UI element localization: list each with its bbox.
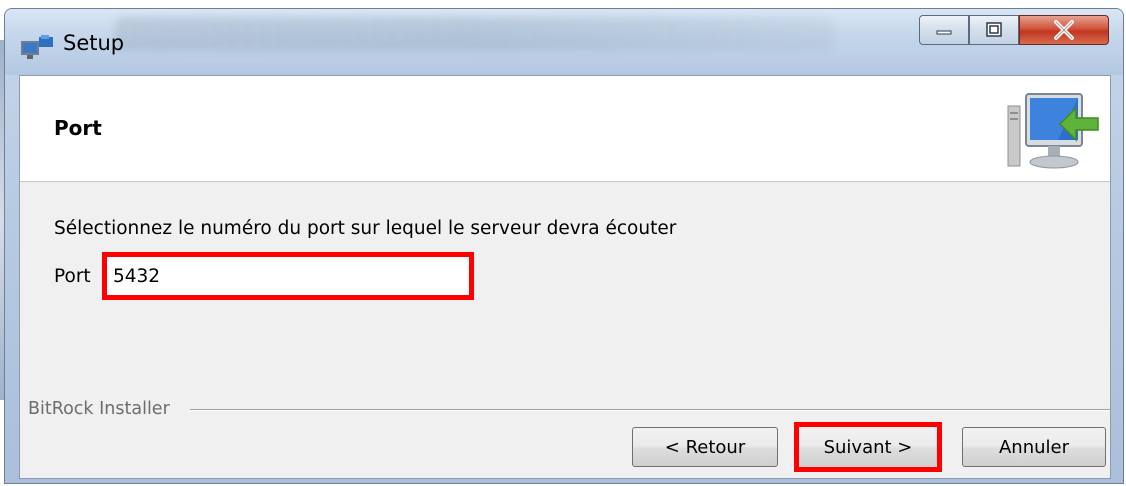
setup-window: Setup Port Sélectionnez le numéro du por…: [4, 8, 1124, 484]
page-header: Port: [20, 76, 1110, 182]
minimize-button[interactable]: [919, 15, 969, 45]
cancel-button[interactable]: Annuler: [962, 427, 1106, 467]
port-label: Port: [54, 266, 91, 287]
maximize-icon: [986, 22, 1002, 37]
setup-app-icon: [21, 35, 53, 59]
title-bar[interactable]: Setup: [5, 9, 1123, 75]
installer-panel: Port Sélectionnez le numéro du port sur …: [19, 75, 1111, 479]
title-bar-background-blur: [115, 17, 835, 51]
close-icon: [1054, 20, 1074, 40]
window-title: Setup: [63, 31, 125, 55]
minimize-icon: [936, 30, 952, 35]
next-button[interactable]: Suivant >: [794, 422, 942, 472]
installer-brand-label: BitRock Installer: [28, 399, 170, 419]
back-button[interactable]: < Retour: [632, 427, 778, 467]
maximize-button[interactable]: [969, 15, 1019, 45]
close-button[interactable]: [1019, 15, 1109, 45]
page-title: Port: [54, 116, 102, 140]
footer-divider: [190, 409, 1110, 411]
port-input[interactable]: [102, 252, 474, 300]
port-instruction: Sélectionnez le numéro du port sur leque…: [54, 218, 677, 239]
install-computer-icon: [1007, 93, 1099, 169]
